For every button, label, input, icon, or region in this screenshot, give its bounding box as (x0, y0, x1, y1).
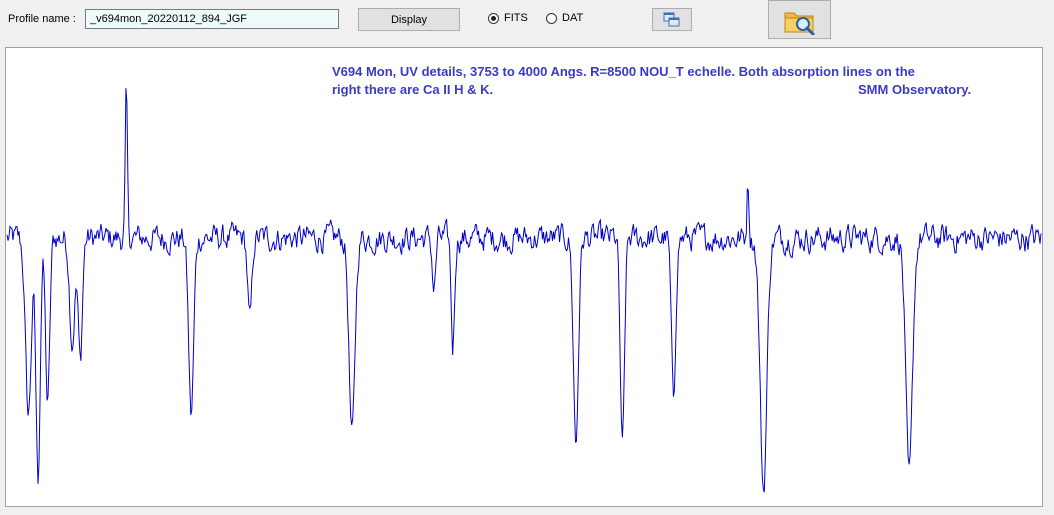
radio-dat-indicator[interactable] (546, 12, 557, 24)
profile-name-label: Profile name : (8, 13, 76, 25)
annotation-line-3: SMM Observatory. (858, 82, 972, 97)
radio-dat[interactable]: DAT (546, 12, 583, 24)
radio-fits[interactable]: FITS (488, 12, 528, 24)
folder-magnifier-icon (784, 12, 814, 35)
right-edge-strip (1043, 47, 1054, 507)
copy-button[interactable] (652, 8, 692, 31)
profile-name-input[interactable] (85, 9, 339, 29)
display-button[interactable]: Display (358, 8, 460, 31)
annotation-line-2: right there are Ca II H & K. (332, 82, 494, 97)
spectrum-chart (6, 88, 1042, 493)
spectrum-plot-panel: V694 Mon, UV details, 3753 to 4000 Angs.… (5, 47, 1043, 507)
toolbar: Profile name : Display FITS DAT (0, 0, 1054, 42)
radio-dat-label: DAT (562, 12, 584, 24)
annotation-line-1: V694 Mon, UV details, 3753 to 4000 Angs.… (332, 64, 915, 79)
copy-windows-icon (663, 12, 680, 26)
open-folder-button[interactable] (768, 0, 831, 39)
radio-fits-indicator[interactable] (488, 12, 499, 24)
spectrum-line (6, 88, 1042, 493)
radio-fits-label: FITS (504, 12, 528, 24)
